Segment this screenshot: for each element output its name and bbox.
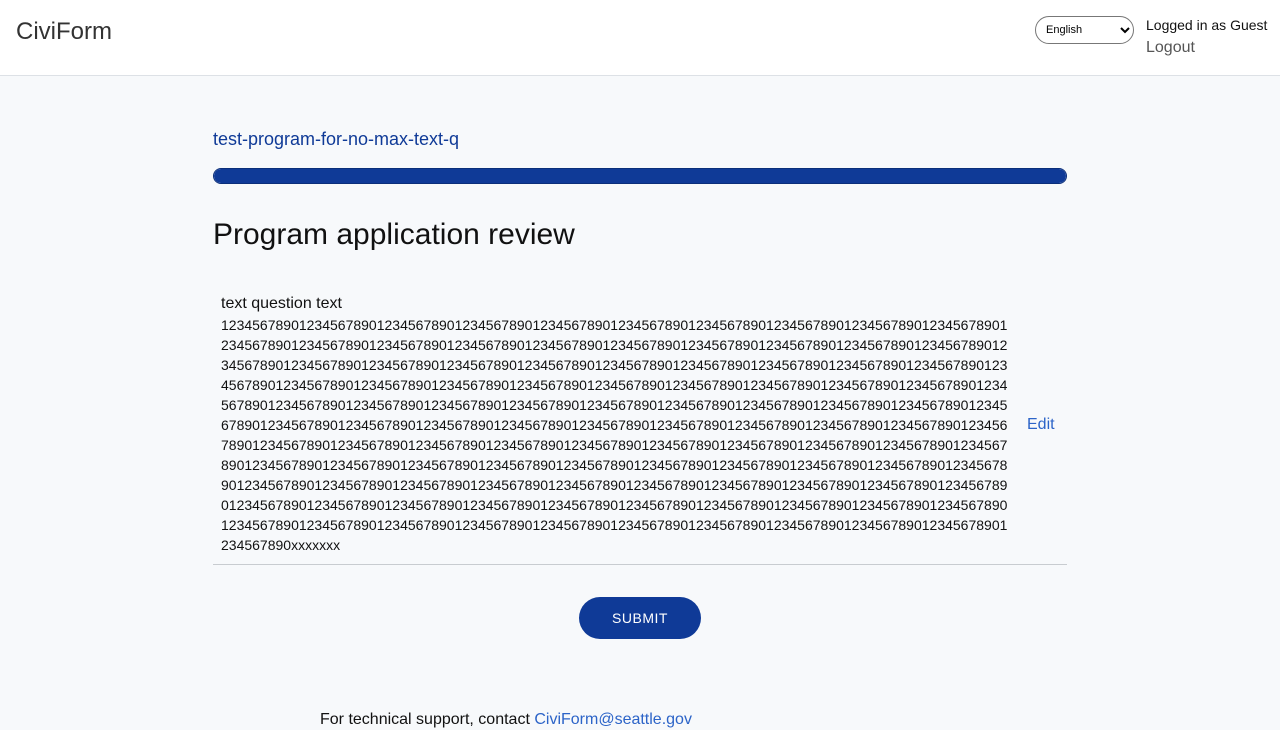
user-info: Logged in as Guest Logout xyxy=(1146,16,1276,58)
language-select[interactable]: English xyxy=(1035,16,1134,44)
progress-bar xyxy=(213,168,1067,184)
edit-link[interactable]: Edit xyxy=(1027,416,1055,434)
brand-logo[interactable]: CiviForm xyxy=(16,18,112,46)
review-item-content: text question text 123456789012345678901… xyxy=(221,294,1013,555)
question-text: text question text xyxy=(221,295,342,312)
program-name: test-program-for-no-max-text-q xyxy=(213,129,460,149)
answer-text: 1234567890123456789012345678901234567890… xyxy=(221,317,1008,553)
submit-container: SUBMIT xyxy=(213,597,1067,639)
submit-button[interactable]: SUBMIT xyxy=(579,597,701,639)
logout-link[interactable]: Logout xyxy=(1146,38,1195,58)
review-item: text question text 123456789012345678901… xyxy=(213,288,1067,565)
page-title: Program application review xyxy=(213,218,575,251)
logged-in-status: Logged in as Guest xyxy=(1146,17,1268,33)
main-content: test-program-for-no-max-text-q Program a… xyxy=(213,128,1067,639)
footer-support: For technical support, contact CiviForm@… xyxy=(320,710,692,730)
progress-bar-fill xyxy=(214,169,1066,183)
site-header: CiviForm English Logged in as Guest Logo… xyxy=(0,0,1280,76)
